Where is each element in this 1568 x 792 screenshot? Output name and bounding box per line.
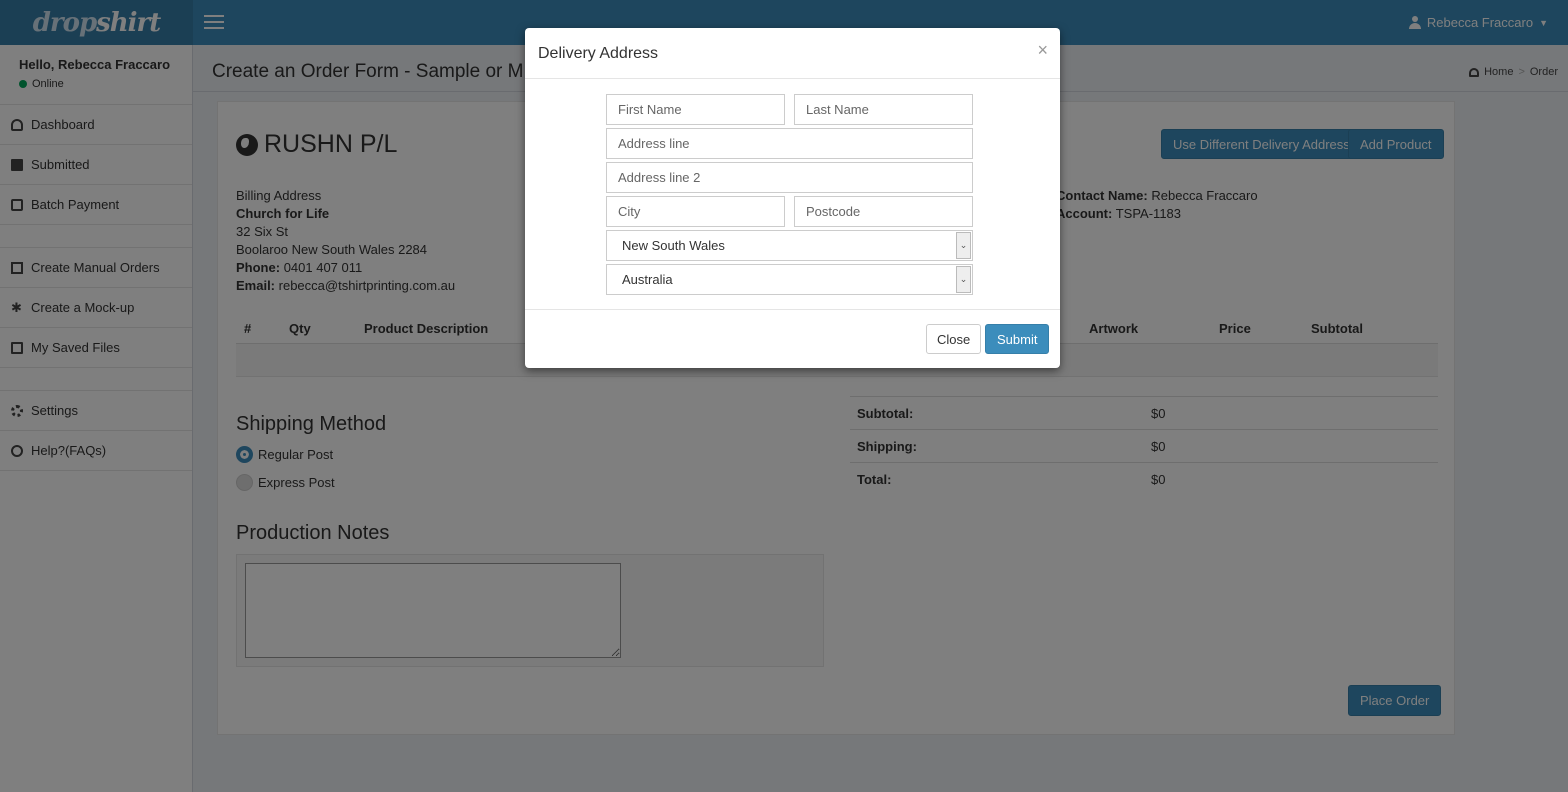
state-select-value: New South Wales <box>622 238 725 253</box>
modal-title: Delivery Address <box>538 45 659 62</box>
state-select[interactable]: New South Wales ⌄ <box>606 230 973 261</box>
modal-footer: Close Submit <box>525 310 1060 367</box>
delivery-address-modal: Delivery Address × New South Wales ⌄ Aus… <box>525 28 1060 368</box>
chevron-down-icon: ⌄ <box>956 266 971 293</box>
address-line-2-field[interactable] <box>606 162 973 193</box>
modal-body: New South Wales ⌄ Australia ⌄ <box>525 79 1060 310</box>
postcode-field[interactable] <box>794 196 973 227</box>
country-select[interactable]: Australia ⌄ <box>606 264 973 295</box>
first-name-field[interactable] <box>606 94 785 125</box>
address-line-field[interactable] <box>606 128 973 159</box>
modal-header: Delivery Address × <box>525 28 1060 79</box>
close-button[interactable]: Close <box>926 324 982 354</box>
chevron-down-icon: ⌄ <box>956 232 971 259</box>
close-icon[interactable]: × <box>1037 40 1048 61</box>
last-name-field[interactable] <box>794 94 973 125</box>
city-field[interactable] <box>606 196 785 227</box>
submit-button[interactable]: Submit <box>985 324 1050 354</box>
country-select-value: Australia <box>622 272 673 287</box>
